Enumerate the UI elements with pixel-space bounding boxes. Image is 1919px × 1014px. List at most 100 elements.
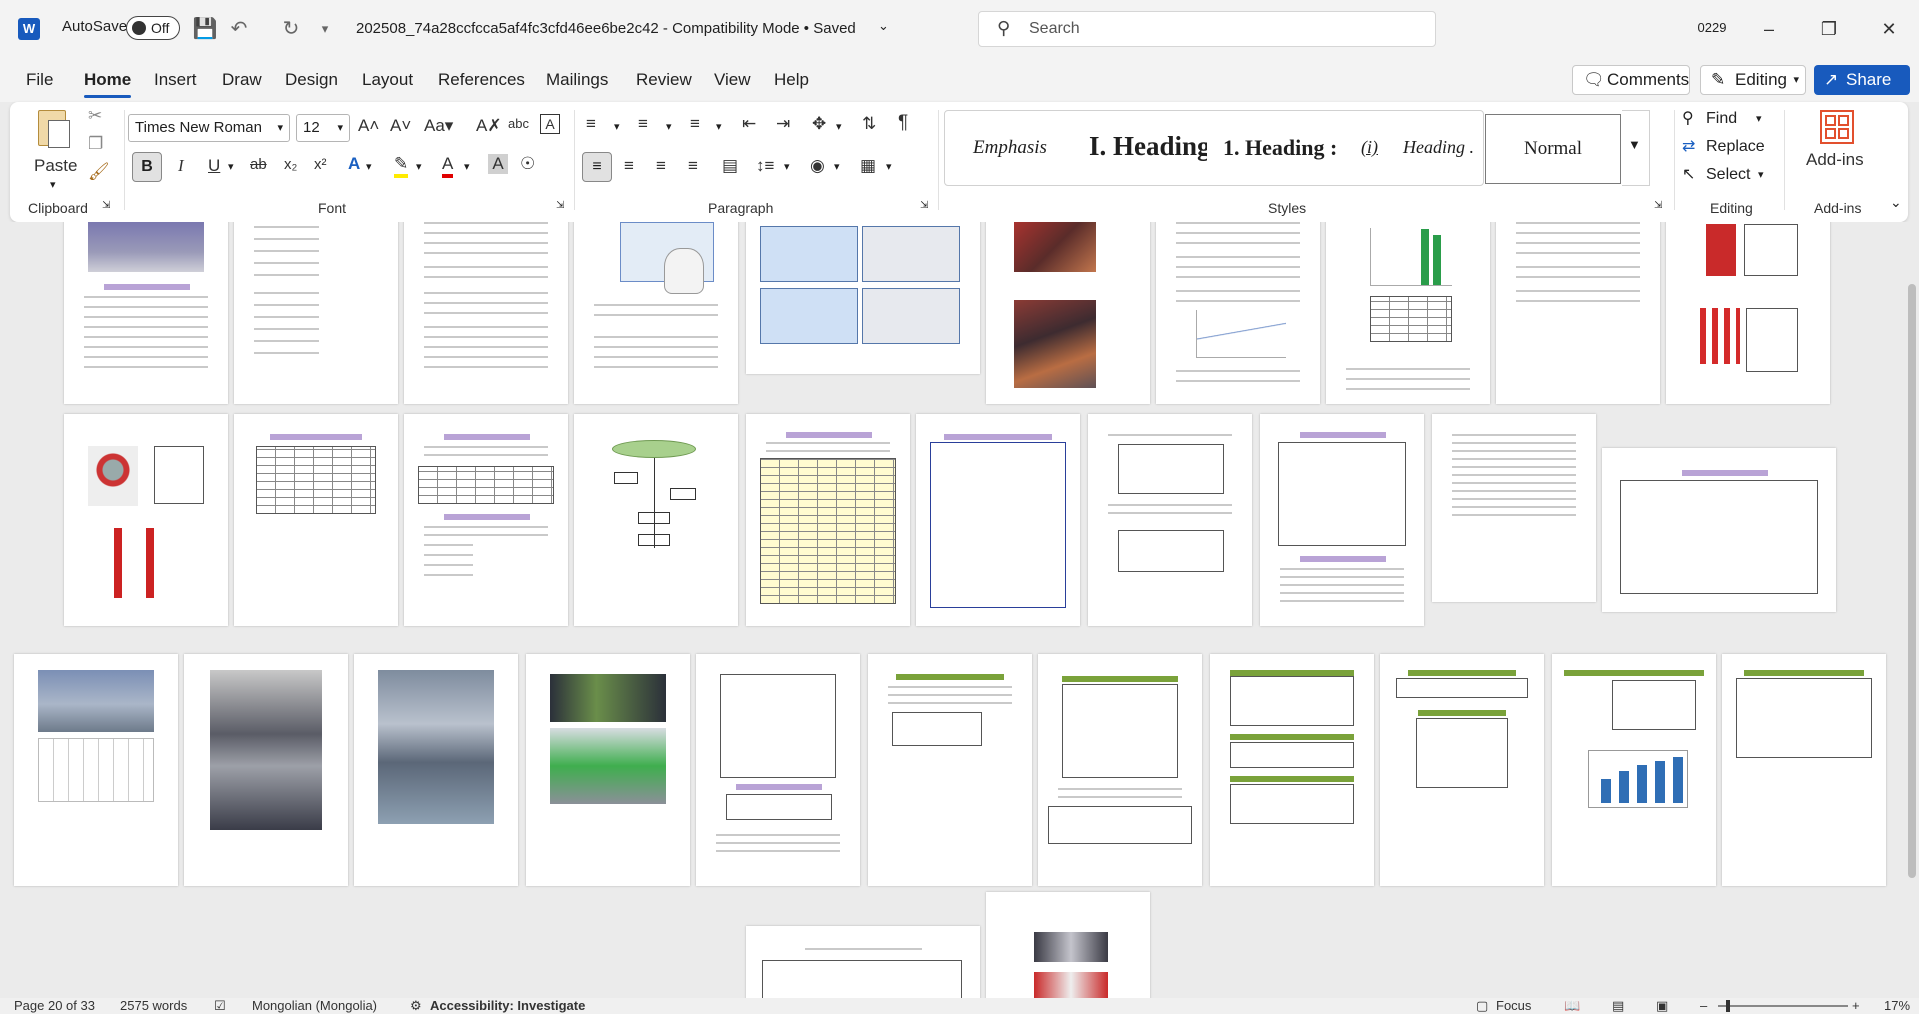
page-thumbnail[interactable]	[574, 414, 738, 626]
dialog-launcher-icon[interactable]: ⇲	[920, 200, 928, 211]
page-thumbnail[interactable]	[746, 414, 910, 626]
print-layout-icon[interactable]: ▤	[1612, 998, 1624, 1014]
page-thumbnail[interactable]	[986, 892, 1150, 998]
paste-button[interactable]: Paste	[34, 156, 77, 176]
copy-icon[interactable]: ❐	[88, 134, 103, 154]
increase-indent-icon[interactable]: ⇥	[776, 114, 790, 134]
focus-button[interactable]: Focus	[1496, 998, 1531, 1014]
superscript-button[interactable]: x²	[314, 156, 327, 173]
style-emphasis[interactable]: Emphasis	[973, 137, 1047, 159]
search-input[interactable]: Search	[1029, 20, 1080, 38]
italic-button[interactable]: I	[178, 156, 184, 176]
page-thumbnail[interactable]	[1380, 654, 1544, 886]
tab-home[interactable]: Home	[84, 70, 132, 98]
chevron-down-icon[interactable]: ▾	[416, 160, 422, 173]
page-thumbnail[interactable]	[64, 414, 228, 626]
align-center-icon[interactable]: ≡	[624, 156, 634, 176]
character-border-icon[interactable]: A	[540, 114, 560, 134]
subscript-button[interactable]: x₂	[284, 156, 297, 173]
text-effects-icon[interactable]: A	[348, 154, 360, 174]
page-thumbnail[interactable]	[1088, 414, 1252, 626]
clear-formatting-icon[interactable]: A✗	[476, 116, 502, 136]
tab-layout[interactable]: Layout	[362, 70, 413, 90]
close-icon[interactable]: ✕	[1866, 14, 1912, 44]
shrink-font-icon[interactable]: A˅	[390, 116, 411, 136]
sort-icon[interactable]: ⇅	[862, 114, 876, 134]
chevron-down-icon[interactable]: ▾	[716, 120, 722, 133]
asian-layout-icon[interactable]: ✥	[812, 114, 826, 134]
document-title[interactable]: 202508_74a28ccfcca5af4fc3cfd46ee6be2c42 …	[356, 20, 856, 37]
zoom-out-icon[interactable]: –	[1700, 998, 1707, 1014]
chevron-down-icon[interactable]: ▾	[836, 120, 842, 133]
chevron-down-icon[interactable]: ▾	[1756, 112, 1762, 125]
styles-gallery[interactable]: Emphasis I. Heading 1. Heading : (i) Hea…	[944, 110, 1621, 186]
chevron-down-icon[interactable]: ▾	[886, 160, 892, 173]
page-thumbnail[interactable]	[916, 414, 1080, 626]
chevron-down-icon[interactable]: ▾	[666, 120, 672, 133]
format-painter-icon[interactable]: 🖌	[88, 162, 110, 182]
styles-more-button[interactable]: ▼	[1622, 110, 1650, 186]
share-button[interactable]: ↗ Share	[1814, 65, 1910, 95]
proofing-icon[interactable]: ☑	[214, 998, 226, 1014]
chevron-down-icon[interactable]: ▾	[228, 160, 234, 173]
tab-file[interactable]: File	[26, 70, 53, 90]
paste-icon[interactable]	[34, 108, 74, 154]
bullets-icon[interactable]: ≡	[586, 114, 596, 134]
style-heading-1[interactable]: I. Heading	[1089, 131, 1207, 162]
autosave-toggle[interactable]: Off	[126, 16, 180, 40]
strikethrough-button[interactable]: ab	[250, 156, 267, 173]
tab-mailings[interactable]: Mailings	[546, 70, 608, 90]
style-heading-3[interactable]: Heading .	[1403, 137, 1474, 158]
shading-icon[interactable]: ◉	[810, 156, 825, 176]
highlight-color-icon[interactable]: ✎	[394, 154, 409, 178]
page-thumbnail[interactable]	[1602, 448, 1836, 612]
chevron-down-icon[interactable]: ▾	[614, 120, 620, 133]
change-case-icon[interactable]: Aa▾	[424, 116, 453, 136]
chevron-down-icon[interactable]: ▾	[784, 160, 790, 173]
zoom-in-icon[interactable]: +	[1852, 998, 1860, 1014]
dialog-launcher-icon[interactable]: ⇲	[102, 200, 110, 211]
character-shading-icon[interactable]: A	[488, 154, 508, 174]
line-spacing-icon[interactable]: ↕≡	[756, 156, 774, 176]
save-icon[interactable]: 💾	[192, 16, 218, 42]
page-thumbnail[interactable]	[1432, 414, 1596, 602]
chevron-down-icon[interactable]: ⌄	[878, 18, 889, 34]
page-thumbnail[interactable]	[234, 222, 398, 404]
chevron-down-icon[interactable]: ▾	[50, 178, 56, 191]
add-ins-icon[interactable]	[1820, 110, 1854, 144]
tab-review[interactable]: Review	[636, 70, 692, 90]
comments-button[interactable]: 🗨 Comments	[1572, 65, 1690, 95]
tab-draw[interactable]: Draw	[222, 70, 262, 90]
enclose-characters-icon[interactable]: ☉	[520, 154, 535, 174]
scrollbar-thumb[interactable]	[1908, 284, 1916, 878]
page-thumbnail[interactable]	[234, 414, 398, 626]
page-thumbnail[interactable]	[404, 222, 568, 404]
tab-view[interactable]: View	[714, 70, 751, 90]
zoom-level[interactable]: 17%	[1884, 998, 1910, 1014]
grow-font-icon[interactable]: A˄	[358, 116, 379, 136]
page-thumbnail[interactable]	[1496, 222, 1660, 404]
add-ins-button[interactable]: Add-ins	[1806, 150, 1864, 170]
redo-icon[interactable]: ↻	[278, 16, 304, 42]
page-thumbnail[interactable]	[184, 654, 348, 886]
read-mode-icon[interactable]: 📖	[1564, 998, 1580, 1014]
find-button[interactable]: Find	[1706, 110, 1737, 128]
page-thumbnail[interactable]	[1326, 222, 1490, 404]
font-size-select[interactable]: 12 ▾	[296, 114, 350, 142]
select-button[interactable]: Select	[1706, 166, 1750, 184]
style-normal[interactable]: Normal	[1485, 114, 1621, 184]
accessibility-status[interactable]: Accessibility: Investigate	[430, 998, 585, 1014]
page-thumbnail[interactable]	[526, 654, 690, 886]
multilevel-list-icon[interactable]: ≡	[690, 114, 700, 134]
search-box[interactable]: ⚲ Search	[978, 11, 1436, 47]
replace-button[interactable]: Replace	[1706, 138, 1765, 156]
restore-icon[interactable]: ❐	[1806, 14, 1852, 44]
zoom-slider[interactable]	[1718, 1000, 1848, 1012]
dialog-launcher-icon[interactable]: ⇲	[556, 200, 564, 211]
cut-icon[interactable]: ✂	[88, 106, 102, 126]
page-thumbnail[interactable]	[696, 654, 860, 886]
zoom-slider-thumb[interactable]	[1726, 1000, 1730, 1012]
document-canvas[interactable]	[0, 222, 1919, 998]
web-layout-icon[interactable]: ▣	[1656, 998, 1668, 1014]
page-thumbnail[interactable]	[746, 926, 980, 998]
